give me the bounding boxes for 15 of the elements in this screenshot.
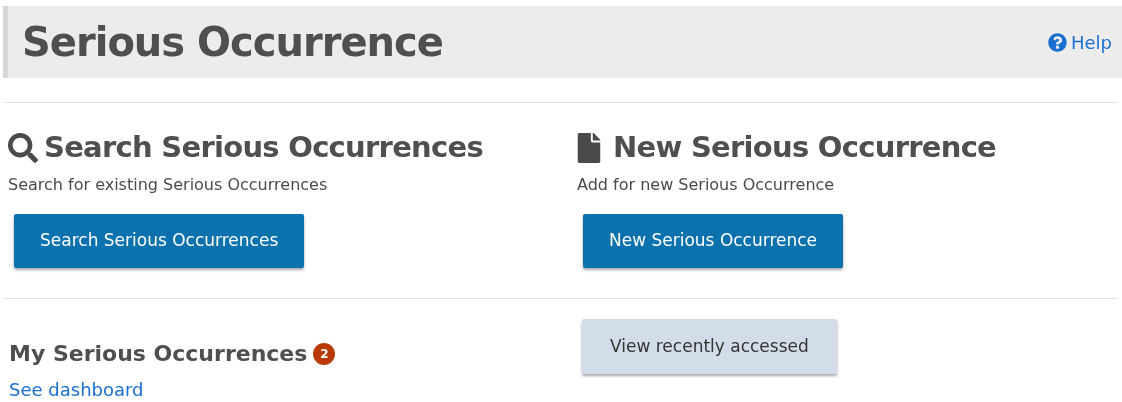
section-heading: My Serious Occurrences (9, 340, 308, 368)
recent-button[interactable]: View recently accessed (582, 319, 837, 374)
document-icon (577, 133, 601, 163)
page-title: Serious Occurrence (22, 22, 443, 62)
section-heading: New Serious Occurrence (613, 129, 997, 167)
new-button[interactable]: New Serious Occurrence (583, 214, 844, 268)
dashboard-link[interactable]: See dashboard (9, 376, 582, 402)
help-icon (1047, 32, 1067, 52)
count-badge: 2 (313, 342, 336, 365)
section-heading: Search Serious Occurrences (44, 129, 483, 167)
help-link[interactable]: Help (1047, 28, 1112, 56)
search-icon (8, 133, 38, 163)
section-description: Add for new Serious Occurrence (577, 174, 836, 196)
search-button[interactable]: Search Serious Occurrences (14, 214, 305, 268)
section-description: Search for existing Serious Occurrences (8, 174, 329, 196)
